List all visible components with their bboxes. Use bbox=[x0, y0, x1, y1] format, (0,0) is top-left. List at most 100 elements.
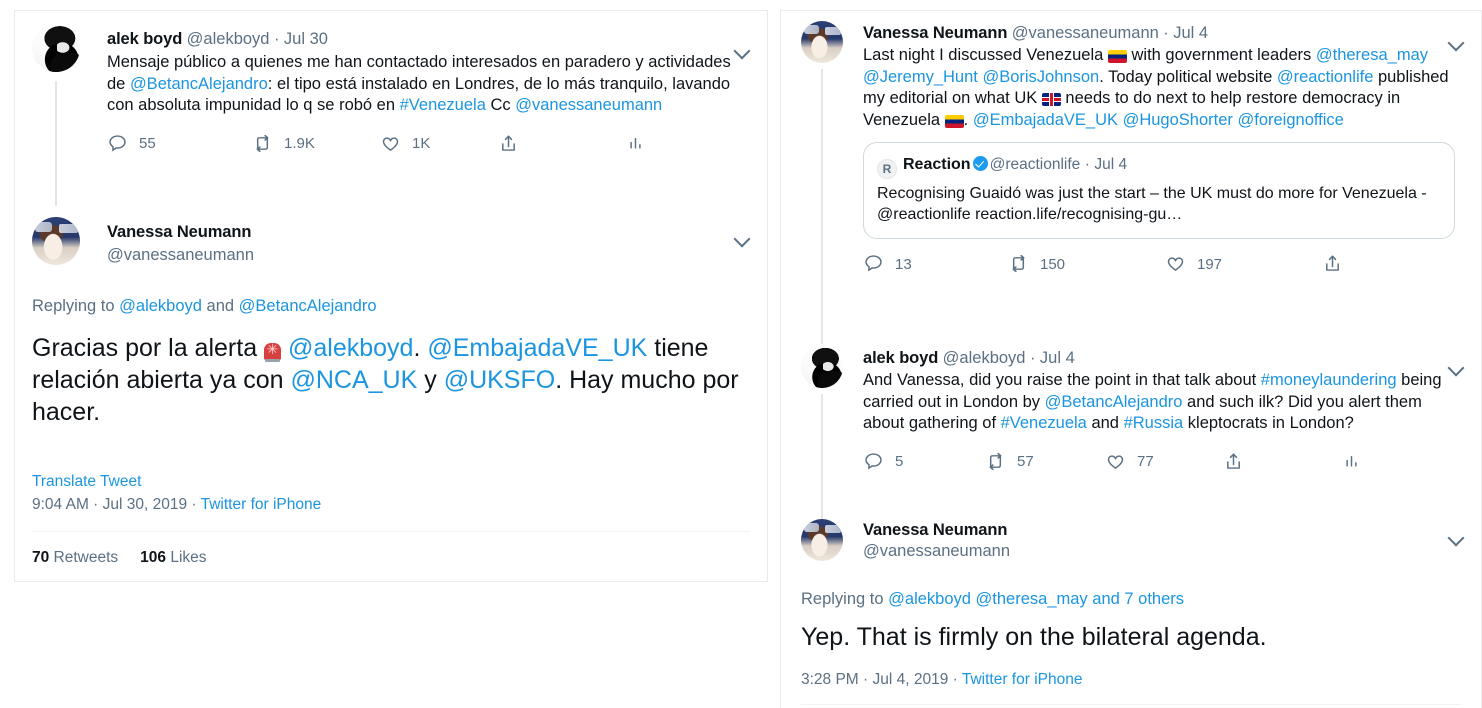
reply-mention-alekboyd[interactable]: @alekboyd bbox=[119, 297, 202, 315]
like-action[interactable]: 1K bbox=[380, 133, 498, 155]
likes-stat[interactable]: 106 Likes bbox=[140, 549, 206, 566]
quoted-tweet-header: R Reaction @reactionlife · Jul 4 bbox=[877, 154, 1441, 179]
tweet-text-primary: Gracias por la alerta @alekboyd. @Embaja… bbox=[32, 332, 754, 428]
tweet-alek-boyd-jul30[interactable]: alek boyd @alekboyd · Jul 30 Mensaje púb… bbox=[15, 11, 767, 206]
avatar-vanessa-neumann[interactable] bbox=[32, 217, 80, 265]
retweets-stat[interactable]: 70 Retweets bbox=[32, 549, 118, 566]
retweet-count: 150 bbox=[1040, 255, 1066, 273]
author-handle[interactable]: @vanessaneumann bbox=[1012, 24, 1159, 42]
avatar-alek-boyd[interactable] bbox=[32, 24, 80, 72]
text-segment: . Today political website bbox=[1099, 67, 1277, 86]
mention-embajadave-uk[interactable]: @EmbajadaVE_UK bbox=[427, 334, 647, 362]
quoted-author-handle[interactable]: @reactionlife bbox=[990, 156, 1081, 173]
avatar-vanessa-neumann[interactable] bbox=[801, 519, 843, 561]
translate-tweet-link[interactable]: Translate Tweet bbox=[32, 473, 141, 490]
tweet-vanessa-neumann-jul4-quote[interactable]: Vanessa Neumann @vanessaneumann · Jul 4 … bbox=[781, 11, 1481, 344]
share-action[interactable] bbox=[498, 133, 625, 155]
like-label: Likes bbox=[166, 549, 207, 566]
retweet-count: 57 bbox=[1017, 453, 1034, 470]
tweet-subheader: @vanessaneumann bbox=[863, 541, 1465, 562]
author-handle[interactable]: @alekboyd bbox=[943, 349, 1026, 367]
tweet-date[interactable]: Jul 4 bbox=[1040, 349, 1075, 367]
siren-emoji bbox=[264, 341, 282, 362]
author-name[interactable]: Vanessa Neumann bbox=[863, 521, 1007, 539]
mention-embajadave-uk[interactable]: @EmbajadaVE_UK bbox=[973, 111, 1118, 129]
mention-hugoshorter[interactable]: @HugoShorter bbox=[1123, 111, 1233, 129]
retweet-action[interactable]: 1.9K bbox=[252, 133, 380, 155]
tweet-vanessa-neumann-jul30[interactable]: Vanessa Neumann @vanessaneumann Replying… bbox=[15, 207, 767, 583]
mention-uksfo[interactable]: @UKSFO bbox=[444, 366, 556, 394]
tweet-date[interactable]: Jul 4 bbox=[1173, 24, 1208, 42]
tweet-vanessa-neumann-jul4-reply[interactable]: Vanessa Neumann @vanessaneumann Replying… bbox=[781, 506, 1481, 706]
tweet-source[interactable]: Twitter for iPhone bbox=[201, 496, 322, 513]
author-handle[interactable]: @vanessaneumann bbox=[107, 246, 254, 264]
header-separator: · bbox=[273, 30, 280, 48]
hashtag-russia[interactable]: #Russia bbox=[1124, 414, 1184, 432]
reply-action[interactable]: 13 bbox=[863, 253, 1008, 275]
author-name[interactable]: alek boyd bbox=[107, 30, 182, 48]
author-name[interactable]: Vanessa Neumann bbox=[863, 24, 1007, 42]
tweet-header: Vanessa Neumann bbox=[863, 520, 1465, 541]
text-segment: . bbox=[963, 110, 973, 129]
mention-theresa-may[interactable]: @theresa_may bbox=[1316, 46, 1428, 64]
tweet-menu-caret[interactable] bbox=[1447, 358, 1465, 376]
tweet-source[interactable]: Twitter for iPhone bbox=[962, 671, 1083, 688]
mention-betancalejandro[interactable]: @BetancAlejandro bbox=[1045, 393, 1183, 411]
tweet-actions: 5 57 77 bbox=[863, 447, 1423, 477]
author-name[interactable]: alek boyd bbox=[863, 349, 938, 367]
thread-connector-line bbox=[55, 81, 57, 206]
like-action[interactable]: 77 bbox=[1105, 451, 1223, 473]
mention-nca-uk[interactable]: @NCA_UK bbox=[290, 366, 417, 394]
retweet-action[interactable]: 150 bbox=[1008, 253, 1165, 275]
reply-mention-alekboyd[interactable]: @alekboyd bbox=[888, 590, 971, 608]
venezuela-flag-emoji bbox=[1107, 50, 1127, 63]
reply-action[interactable]: 5 bbox=[863, 451, 985, 473]
retweet-action[interactable]: 57 bbox=[985, 451, 1105, 473]
like-icon bbox=[1105, 451, 1127, 473]
right-thread-panel: Vanessa Neumann @vanessaneumann · Jul 4 … bbox=[780, 10, 1482, 708]
reply-action[interactable]: 55 bbox=[107, 133, 252, 155]
tweet-actions: 13 150 197 bbox=[863, 249, 1423, 279]
reply-icon bbox=[863, 253, 885, 275]
reply-mention-theresa-may[interactable]: @theresa_may bbox=[976, 590, 1088, 608]
reply-mention-betancalejandro[interactable]: @BetancAlejandro bbox=[239, 297, 377, 315]
mention-borisjohnson[interactable]: @BorisJohnson bbox=[982, 68, 1099, 86]
reply-others-link[interactable]: and 7 others bbox=[1088, 590, 1184, 608]
analytics-action[interactable] bbox=[1341, 451, 1363, 473]
tweet-menu-caret[interactable] bbox=[733, 229, 751, 247]
header-separator: · bbox=[1029, 349, 1036, 367]
quoted-tweet-text: Recognising Guaidó was just the start – … bbox=[877, 185, 1427, 223]
quoted-tweet-card[interactable]: R Reaction @reactionlife · Jul 4 Recognisi… bbox=[863, 142, 1455, 239]
tweet-menu-caret[interactable] bbox=[1447, 33, 1465, 51]
meta-separator: · bbox=[858, 671, 873, 688]
mention-reactionlife[interactable]: @reactionlife bbox=[1277, 68, 1374, 86]
like-count: 106 bbox=[140, 549, 167, 566]
quoted-author-name[interactable]: Reaction bbox=[903, 156, 971, 173]
author-name[interactable]: Vanessa Neumann bbox=[107, 223, 251, 241]
author-handle[interactable]: @alekboyd bbox=[187, 30, 270, 48]
avatar-vanessa-neumann[interactable] bbox=[801, 21, 843, 63]
mention-vanessaneumann[interactable]: @vanessaneumann bbox=[515, 96, 662, 114]
hashtag-venezuela[interactable]: #Venezuela bbox=[1001, 414, 1087, 432]
share-action[interactable] bbox=[1223, 451, 1341, 473]
mention-betancalejandro[interactable]: @BetancAlejandro bbox=[130, 75, 268, 93]
mention-foreignoffice[interactable]: @foreignoffice bbox=[1238, 111, 1344, 129]
mention-alekboyd[interactable]: @alekboyd bbox=[288, 334, 413, 362]
tweet-menu-caret[interactable] bbox=[733, 41, 751, 59]
avatar-alek-boyd[interactable] bbox=[801, 346, 843, 388]
mention-jeremy-hunt[interactable]: @Jeremy_Hunt bbox=[863, 68, 978, 86]
tweet-alek-boyd-jul4[interactable]: alek boyd @alekboyd · Jul 4 And Vanessa,… bbox=[781, 336, 1481, 519]
hashtag-moneylaundering[interactable]: #moneylaundering bbox=[1261, 371, 1397, 389]
avatar-column bbox=[801, 346, 859, 388]
tweet-date[interactable]: Jul 30 bbox=[284, 30, 328, 48]
tweet-menu-caret[interactable] bbox=[1447, 528, 1465, 546]
like-action[interactable]: 197 bbox=[1165, 253, 1322, 275]
analytics-action[interactable] bbox=[625, 133, 647, 155]
share-action[interactable] bbox=[1322, 253, 1344, 275]
retweet-icon bbox=[1008, 253, 1030, 275]
author-handle[interactable]: @vanessaneumann bbox=[863, 542, 1010, 560]
share-icon bbox=[498, 133, 520, 155]
avatar-reaction[interactable]: R bbox=[877, 159, 897, 179]
hashtag-venezuela[interactable]: #Venezuela bbox=[400, 96, 486, 114]
analytics-icon bbox=[625, 133, 647, 155]
